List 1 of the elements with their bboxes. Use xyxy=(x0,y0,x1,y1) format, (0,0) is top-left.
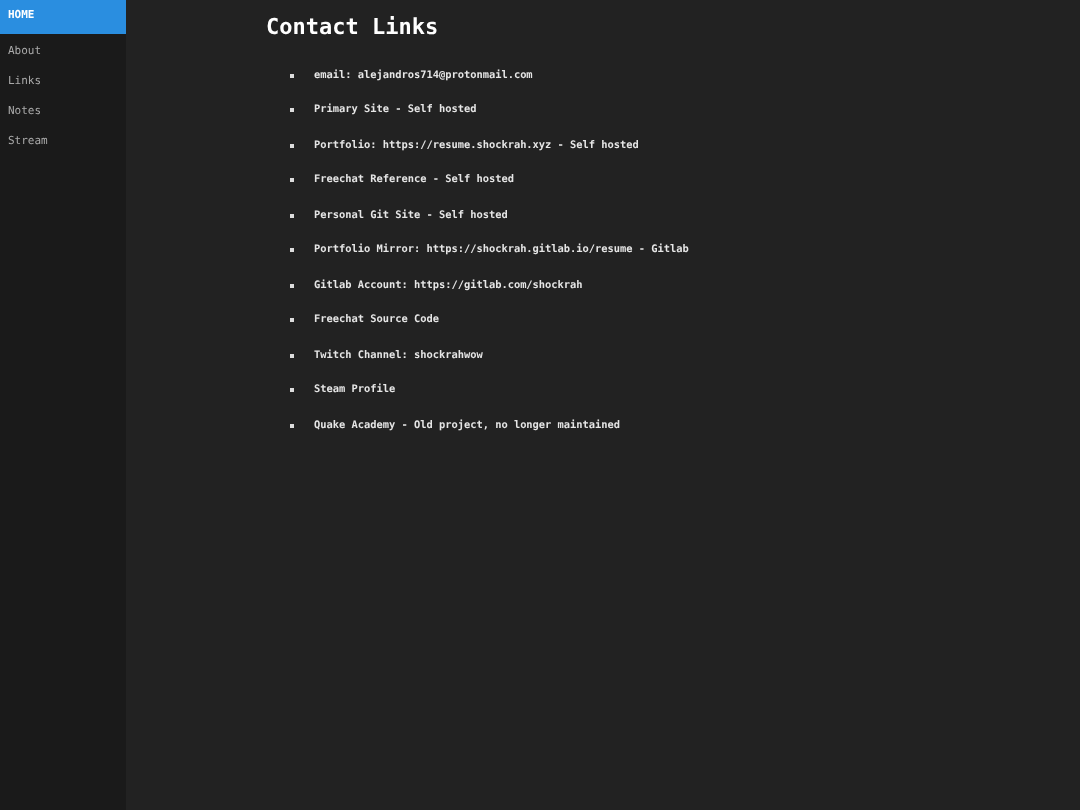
page-title: Contact Links xyxy=(266,14,441,40)
